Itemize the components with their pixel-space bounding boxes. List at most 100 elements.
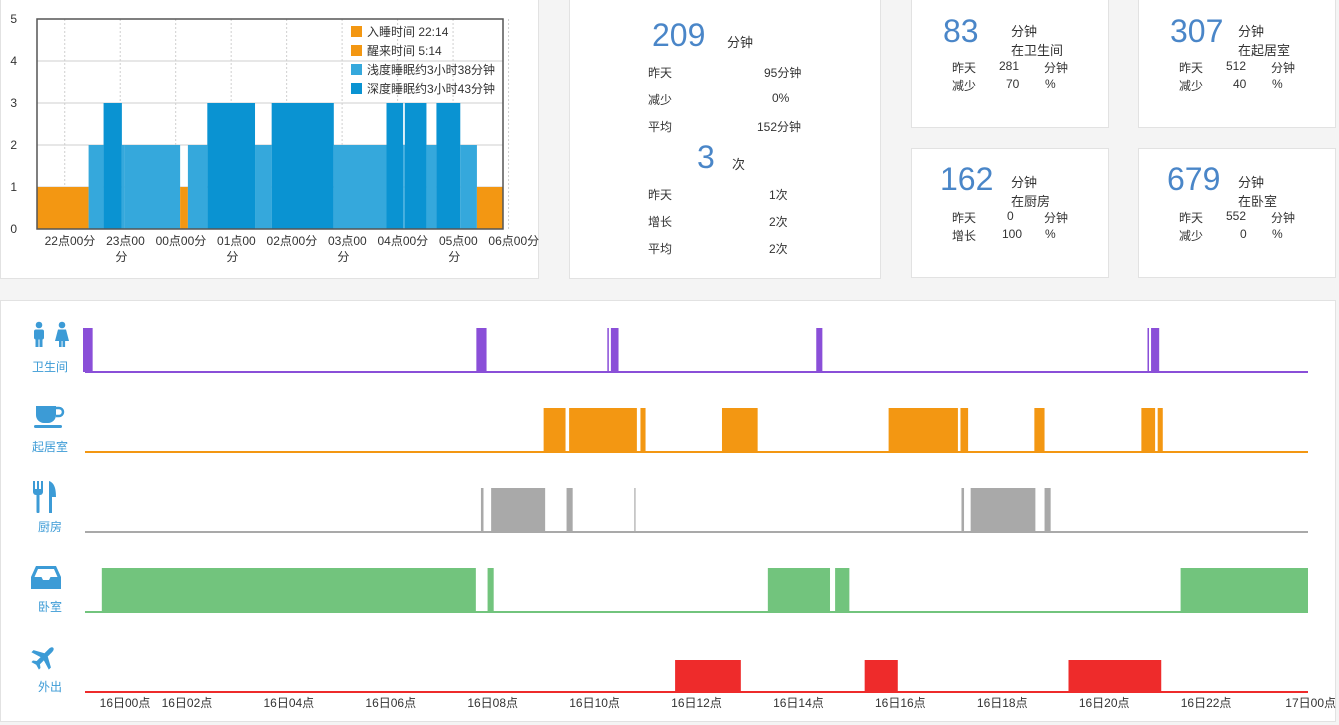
timeline-x-tick-label: 16日12点 [671,696,722,710]
x-tick-label: 01点00 [217,234,256,248]
yesterday-unit: 分钟 [1271,211,1296,225]
timeline-x-tick-label: 16日16点 [875,696,926,710]
sleep-row-value: 152分钟 [757,120,802,134]
sleep-bar-light [255,145,272,229]
room-minutes-unit: 分钟 [1238,24,1265,39]
activity-bar-bathroom [1151,328,1160,372]
yesterday-label: 昨天 [1179,211,1204,225]
change-value: 100 [1002,227,1023,241]
activity-bar-kitchen [480,488,484,532]
yesterday-unit: 分钟 [1044,211,1069,225]
activity-bar-kitchen [566,488,573,532]
room-place: 在厨房 [1011,194,1051,209]
activity-bar-living [1034,408,1045,452]
x-tick-label: 05点00 [439,234,478,248]
room-place: 在卫生间 [1011,43,1064,58]
room-minutes-unit: 分钟 [1011,24,1038,39]
y-tick-label: 3 [10,96,17,110]
timeline-x-tick-label: 16日08点 [467,696,518,710]
room-minutes-value: 162 [940,161,994,197]
sleep-bar-light [121,145,125,229]
sleep-row-value: 95分钟 [764,66,802,80]
sleep-bar-awake [37,187,89,229]
activity-bar-bedroom [767,568,831,612]
activity-bar-bedroom [835,568,850,612]
sleep-bar-deep [103,103,122,229]
wake-count-value: 3 [697,139,715,175]
timeline-x-tick-label: 16日22点 [1181,696,1232,710]
sleep-minutes-unit: 分钟 [727,35,754,50]
x-tick-label: 00点00分 [156,234,207,248]
legend-swatch [351,26,362,37]
activity-bar-bathroom [610,328,619,372]
timeline-x-tick-label: 16日14点 [773,696,824,710]
sleep-row-label: 减少 [648,93,673,107]
activity-bar-kitchen [491,488,546,532]
sleep-bar-deep [436,103,461,229]
y-tick-label: 2 [10,138,17,152]
sleep-bar-deep [271,103,334,229]
timeline-x-tick-label: 16日06点 [365,696,416,710]
yesterday-label: 昨天 [952,61,977,75]
legend-swatch [351,83,362,94]
sleep-bar-deep [207,103,256,229]
activity-bar-bathroom [607,328,609,372]
y-tick-label: 5 [10,12,17,26]
change-label: 减少 [1179,79,1204,93]
x-tick-label: 02点00分 [267,234,318,248]
activity-bar-outside [675,660,741,692]
activity-bar-kitchen [1044,488,1051,532]
wake-count-unit: 次 [732,157,746,172]
change-unit: % [1045,77,1056,91]
activity-bar-bathroom [83,328,93,372]
count-row-value: 1次 [769,188,788,202]
living-room-stat-card: 307 分钟 在起居室 昨天 512 分钟 减少 40 % [1138,0,1336,128]
activity-bar-outside [1068,660,1162,692]
sleep-bar-light [88,145,104,229]
sleep-bar-deep [404,103,427,229]
sleep-bar-light [426,145,437,229]
sleep-chart: 0 1 2 3 4 5 22点00分 23点00 分 00点00分 01点00 分 02点00分 03点0… [10,12,539,264]
count-row-value: 2次 [769,242,788,256]
x-tick-label: 分 [448,250,460,264]
activity-bar-outside [864,660,898,692]
room-place: 在起居室 [1238,43,1291,58]
timeline-x-tick-label: 16日10点 [569,696,620,710]
activity-bar-living [721,408,758,452]
change-label: 增长 [952,229,977,243]
room-minutes-unit: 分钟 [1011,175,1038,190]
legend-label: 深度睡眠约3小时43分钟 [367,81,495,96]
legend-swatch [351,64,362,75]
room-minutes-value: 83 [943,13,979,49]
legend-label: 醒来时间 5:14 [367,44,442,58]
yesterday-value: 552 [1226,209,1247,223]
activity-bar-living [640,408,646,452]
sleep-chart-panel: 0 1 2 3 4 5 22点00分 23点00 分 00点00分 01点00 分 02点00分 03点0… [0,0,539,279]
activity-bar-living [960,408,969,452]
legend-swatch [351,45,362,56]
room-minutes-unit: 分钟 [1238,175,1265,190]
activity-bar-bedroom [1180,568,1308,612]
x-tick-label: 分 [115,250,127,264]
sleep-bar-awake [476,187,503,229]
activity-bar-bathroom [1147,328,1150,372]
y-tick-label: 0 [10,222,17,236]
sleep-row-label: 平均 [648,120,673,134]
room-minutes-value: 679 [1167,161,1221,197]
bedroom-stat-card: 679 分钟 在卧室 昨天 552 分钟 减少 0 % [1138,148,1336,278]
room-minutes-value: 307 [1170,13,1224,49]
activity-timeline-panel: 卫生间 起居室 厨房 卧室 外出 16日00点 16日02点 16日04点 16日06… [0,300,1336,722]
y-tick-label: 1 [10,180,17,194]
sleep-minutes-value: 209 [652,17,706,53]
count-row-value: 2次 [769,215,788,229]
change-unit: % [1272,227,1283,241]
yesterday-value: 0 [1007,209,1014,223]
sleep-bar-deep [386,103,404,229]
change-value: 0 [1240,227,1247,241]
x-tick-label: 分 [337,250,349,264]
room-place: 在卧室 [1238,194,1278,209]
activity-bar-living [569,408,637,452]
activity-bar-kitchen [634,488,636,532]
count-row-label: 昨天 [648,188,673,202]
change-unit: % [1272,77,1283,91]
